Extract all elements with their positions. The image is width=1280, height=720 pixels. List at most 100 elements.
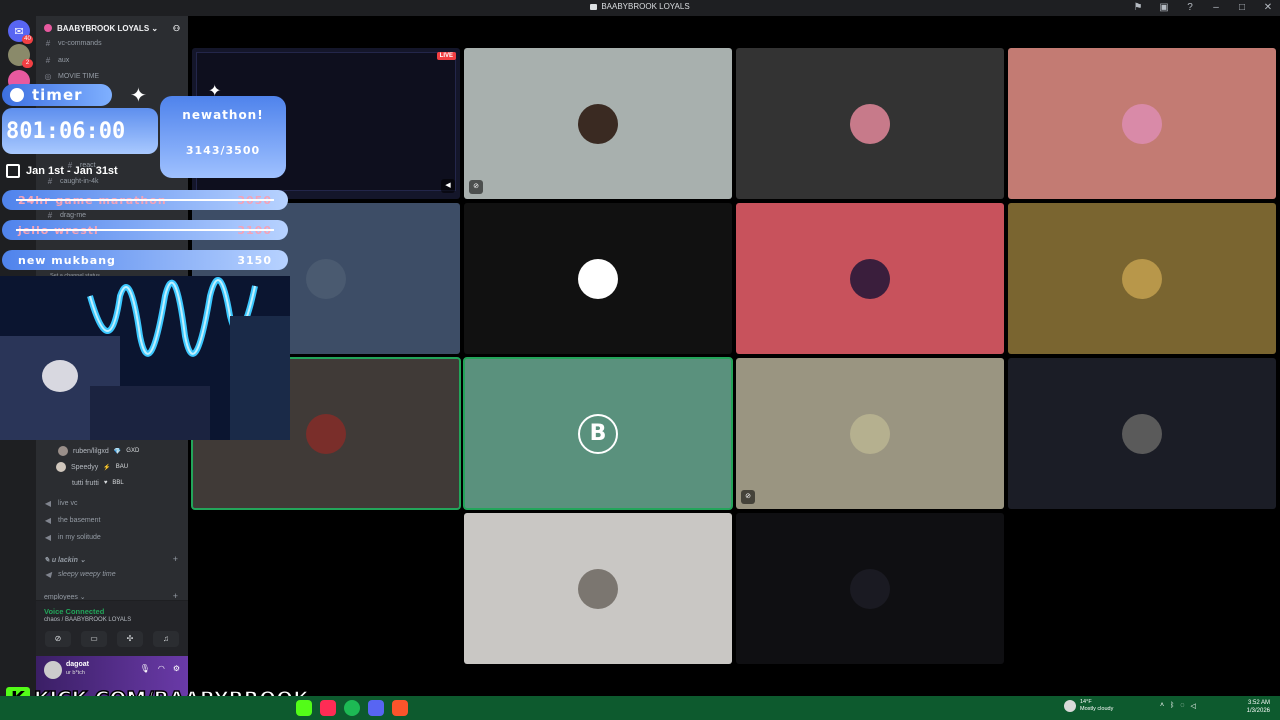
cloud-icon [1064, 700, 1076, 712]
participant-tile[interactable] [464, 203, 732, 354]
speaker-icon: ◀ [44, 498, 52, 508]
hash-icon: # [45, 55, 51, 65]
avatar [850, 104, 890, 144]
chevron-up-icon[interactable]: ˄ [1160, 702, 1164, 710]
participant-tile[interactable] [1008, 48, 1276, 199]
voice-member[interactable]: tutti frutti ♥ BBL [72, 476, 124, 490]
goal-bar: new mukbang 3150 [2, 250, 288, 270]
voice-channel-live-vc[interactable]: ◀ live vc [44, 496, 78, 510]
avatar[interactable] [44, 661, 62, 679]
participant-tile-speaking[interactable]: B [463, 357, 733, 510]
server-badge-icon [44, 24, 52, 32]
close-button[interactable]: ✕ [1262, 2, 1274, 13]
participant-tile[interactable]: ⊘ [736, 358, 1004, 509]
bluetooth-icon[interactable]: ᛒ [1170, 702, 1174, 710]
add-member-icon[interactable]: ⚇ [173, 24, 180, 33]
participant-tile[interactable] [1008, 358, 1276, 509]
avatar [850, 569, 890, 609]
timer-label: timer [2, 84, 112, 106]
goal-bar: jello wrestl 3100 [2, 220, 288, 240]
voice-connected-status: Voice Connected [44, 607, 105, 616]
server-icon[interactable]: 2 [8, 44, 33, 68]
unread-badge: 2 [22, 59, 33, 68]
tiktok-icon[interactable] [320, 700, 336, 716]
participant-tile[interactable] [736, 513, 1004, 664]
voice-location[interactable]: chaos / BAABYBROOK LOYALS [44, 617, 131, 623]
sparkle-icon: ✦ [130, 85, 147, 107]
calendar-icon [6, 164, 20, 178]
volume-icon[interactable]: ◁ [1190, 702, 1195, 710]
settings-gear-icon[interactable]: ⚙ [173, 664, 180, 673]
speaker-icon: ◀ [44, 569, 52, 579]
avatar [1122, 104, 1162, 144]
taskbar: 14°F Mostly cloudy ˄ ᛒ ◌ ◁ 3:52 AM 1/3/20… [0, 696, 1280, 720]
stream-timer-overlay: timer 801:06:00 [2, 84, 158, 156]
webcam-image [0, 276, 290, 440]
system-tray: ˄ ᛒ ◌ ◁ [1160, 702, 1196, 710]
unread-badge: 40 [22, 35, 33, 44]
network-icon[interactable]: ◌ [1180, 702, 1184, 710]
maximize-button[interactable]: □ [1236, 2, 1248, 13]
activities-button[interactable]: ✣ [117, 631, 143, 647]
help-icon[interactable]: ? [1184, 2, 1196, 13]
window-controls: ⚑ ▣ ? – □ ✕ [1132, 2, 1274, 13]
voice-channel-in-my-solitude[interactable]: ◀ in my solitude [44, 530, 101, 544]
voice-member[interactable]: Speedyy ⚡ BAU [56, 460, 128, 474]
live-badge: LIVE [436, 52, 456, 60]
voice-channel-the-basement[interactable]: ◀ the basement [44, 513, 101, 527]
muted-icon: ⊘ [741, 490, 755, 504]
taskbar-clock[interactable]: 3:52 AM 1/3/2026 [1247, 699, 1270, 715]
microphone-icon[interactable]: 🎙 [140, 664, 150, 673]
letter-avatar: B [578, 414, 618, 454]
goal-bar: 24hr game marathon 3050 [2, 190, 288, 210]
avatar [58, 446, 68, 456]
participant-tile[interactable] [1008, 203, 1276, 354]
add-channel-icon[interactable]: + [173, 554, 178, 564]
subathon-counter: newathon! 3143/3500 [160, 96, 286, 178]
date-range: Jan 1st - Jan 31st [6, 164, 118, 178]
speaker-icon: ◀ [44, 515, 52, 525]
app-icon[interactable] [296, 700, 312, 716]
lightning-icon: ⚡ [103, 464, 111, 471]
title-bar: BAABYBROOK LOYALS ⚑ ▣ ? – □ ✕ [0, 0, 1280, 16]
avatar [1122, 414, 1162, 454]
hash-icon: # [45, 38, 51, 48]
minimize-button[interactable]: – [1210, 2, 1222, 13]
headphones-icon[interactable]: ◠ [158, 664, 165, 673]
weather-widget[interactable]: 14°F Mostly cloudy [1064, 699, 1113, 713]
pin-icon[interactable]: ⚑ [1132, 2, 1144, 13]
heart-icon: ♥ [103, 480, 108, 486]
channel-aux[interactable]: # aux [44, 53, 70, 67]
participant-tile[interactable]: ⊘ [464, 48, 732, 199]
avatar [1122, 259, 1162, 299]
window-title: BAABYBROOK LOYALS [0, 2, 1280, 11]
participant-tile[interactable] [736, 203, 1004, 354]
hash-icon: # [47, 210, 53, 220]
timer-display: 801:06:00 [2, 108, 158, 154]
voice-member[interactable]: ruben/lilgxd 💎 GXD [58, 444, 139, 458]
channel-movie-time[interactable]: ◎ MOVIE TIME [44, 69, 100, 83]
avatar [850, 259, 890, 299]
inbox-icon[interactable]: ▣ [1158, 2, 1170, 13]
avatar [578, 104, 618, 144]
soundboard-button[interactable]: ♫ [153, 631, 179, 647]
avatar [306, 259, 346, 299]
muted-icon: ⊘ [469, 180, 483, 194]
diamond-icon: 💎 [113, 448, 122, 455]
participant-tile[interactable] [464, 513, 732, 664]
avatar [578, 259, 618, 299]
discord-icon[interactable] [368, 700, 384, 716]
brave-icon[interactable] [392, 700, 408, 716]
sound-icon[interactable]: ◀ [441, 179, 455, 193]
voice-video-grid: LIVE ◀ ⊘ B ⊘ [188, 16, 1280, 696]
camera-off-button[interactable]: ⊘ [45, 631, 71, 647]
channel-vc-commands[interactable]: # vc-commands [44, 36, 102, 50]
avatar [56, 462, 66, 472]
avatar [850, 414, 890, 454]
voice-channel-sleepy-weepy-time[interactable]: ◀ sleepy weepy time [44, 567, 116, 581]
share-screen-button[interactable]: ▭ [81, 631, 107, 647]
home-button[interactable]: ✉ 40 [8, 20, 33, 44]
participant-tile[interactable] [736, 48, 1004, 199]
category-u-lackin[interactable]: ✎ u lackin ⌄ [44, 556, 86, 564]
spotify-icon[interactable] [344, 700, 360, 716]
